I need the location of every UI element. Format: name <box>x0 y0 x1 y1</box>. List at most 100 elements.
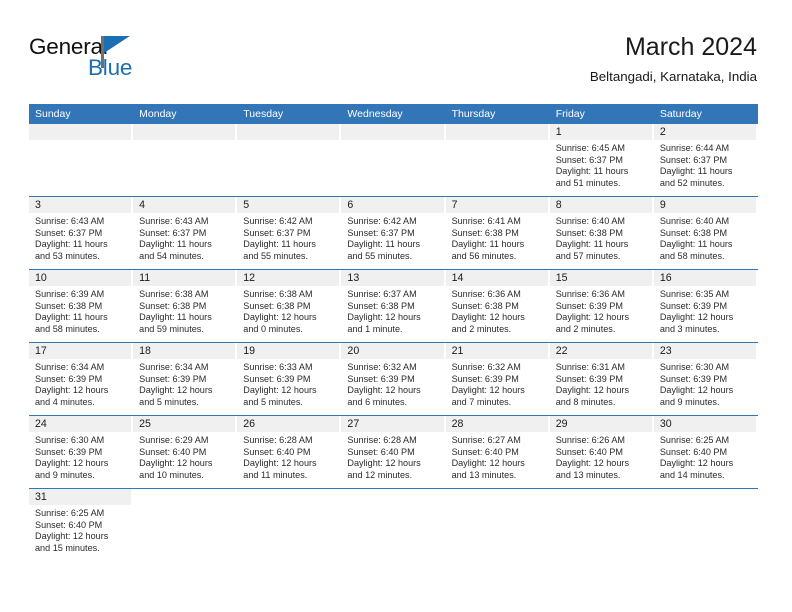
day-number-band <box>133 124 236 140</box>
calendar-day-cell-empty <box>341 124 445 196</box>
sunrise-text: Sunrise: 6:25 AM <box>659 435 730 445</box>
sunrise-text: Sunrise: 6:33 AM <box>243 362 313 372</box>
day-number-band: 6 <box>341 197 444 213</box>
daylight-text-line1: Daylight: 11 hours <box>35 312 108 323</box>
calendar-week-row: 24 Sunrise: 6:30 AM Sunset: 6:39 PM Dayligh… <box>29 415 758 488</box>
day-details: Sunrise: 6:40 AM Sunset: 6:38 PM Daylight:… <box>550 213 654 262</box>
day-details: Sunrise: 6:32 AM Sunset: 6:39 PM Daylight:… <box>446 359 550 408</box>
sunrise-text: Sunrise: 6:25 AM <box>35 508 105 518</box>
calendar-day-cell[interactable]: 12 Sunrise: 6:38 AM Sunset: 6:38 PM Dayligh… <box>237 270 341 342</box>
sunset-text: Sunset: 6:40 PM <box>139 446 207 457</box>
calendar-day-cell[interactable]: 8 Sunrise: 6:40 AM Sunset: 6:38 PM Daylight… <box>549 197 654 269</box>
calendar-day-cell[interactable]: 22 Sunrise: 6:31 AM Sunset: 6:39 PM Dayligh… <box>549 343 654 415</box>
calendar-day-cell[interactable]: 3 Sunrise: 6:43 AM Sunset: 6:37 PM Daylight… <box>29 197 133 269</box>
calendar-day-cell[interactable]: 29 Sunrise: 6:26 AM Sunset: 6:40 PM Dayligh… <box>549 416 654 488</box>
sunset-text: Sunset: 6:38 PM <box>35 300 103 311</box>
sunrise-text: Sunrise: 6:42 AM <box>243 216 313 226</box>
sunset-text: Sunset: 6:39 PM <box>659 300 728 311</box>
sunrise-text: Sunrise: 6:37 AM <box>347 289 417 299</box>
calendar-day-cell[interactable]: 31 Sunrise: 6:25 AM Sunset: 6:40 PM Dayligh… <box>29 489 133 561</box>
daylight-text-line2: and 51 minutes. <box>555 177 621 188</box>
day-number: 26 <box>243 418 256 430</box>
page-title: March 2024 <box>624 33 757 61</box>
sunrise-text: Sunrise: 6:31 AM <box>555 362 625 372</box>
day-number-band <box>133 489 235 505</box>
sunset-text: Sunset: 6:39 PM <box>451 373 519 384</box>
calendar-day-cell[interactable]: 2 Sunrise: 6:44 AM Sunset: 6:37 PM Daylight… <box>653 124 758 196</box>
sunrise-text: Sunrise: 6:38 AM <box>243 289 313 299</box>
day-number-band: 24 <box>29 416 132 432</box>
calendar-day-cell[interactable]: 25 Sunrise: 6:29 AM Sunset: 6:40 PM Dayligh… <box>133 416 237 488</box>
sunset-text: Sunset: 6:37 PM <box>243 227 311 238</box>
calendar-day-cell[interactable]: 17 Sunrise: 6:34 AM Sunset: 6:39 PM Dayligh… <box>29 343 133 415</box>
day-number-band: 29 <box>549 416 652 432</box>
daylight-text-line1: Daylight: 12 hours <box>243 458 317 469</box>
day-number-band: 15 <box>549 270 652 286</box>
sunset-text: Sunset: 6:40 PM <box>659 446 728 457</box>
daylight-text-line1: Daylight: 11 hours <box>555 166 629 177</box>
calendar-day-cell[interactable]: 28 Sunrise: 6:27 AM Sunset: 6:40 PM Dayligh… <box>445 416 550 488</box>
sunrise-text: Sunrise: 6:43 AM <box>35 216 105 226</box>
sunset-text: Sunset: 6:38 PM <box>243 300 311 311</box>
calendar-day-cell[interactable]: 30 Sunrise: 6:25 AM Sunset: 6:40 PM Dayligh… <box>653 416 758 488</box>
calendar-day-cell[interactable]: 20 Sunrise: 6:32 AM Sunset: 6:39 PM Dayligh… <box>341 343 445 415</box>
day-details: Sunrise: 6:33 AM Sunset: 6:39 PM Daylight:… <box>237 359 341 408</box>
calendar-day-cell[interactable]: 13 Sunrise: 6:37 AM Sunset: 6:38 PM Dayligh… <box>341 270 445 342</box>
calendar-day-cell[interactable]: 9 Sunrise: 6:40 AM Sunset: 6:38 PM Daylight… <box>653 197 758 269</box>
day-details <box>446 505 550 508</box>
daylight-text-line2: and 9 minutes. <box>659 396 720 407</box>
sunset-text: Sunset: 6:39 PM <box>659 373 728 384</box>
sunset-text: Sunset: 6:38 PM <box>451 227 519 238</box>
sunset-text: Sunset: 6:37 PM <box>35 227 103 238</box>
sunrise-text: Sunrise: 6:43 AM <box>139 216 209 226</box>
daylight-text-line1: Daylight: 12 hours <box>555 458 629 469</box>
day-number-band <box>341 124 444 140</box>
calendar-day-cell[interactable]: 21 Sunrise: 6:32 AM Sunset: 6:39 PM Dayligh… <box>445 343 550 415</box>
calendar-day-cell[interactable]: 27 Sunrise: 6:28 AM Sunset: 6:40 PM Dayligh… <box>341 416 445 488</box>
sunrise-text: Sunrise: 6:39 AM <box>35 289 105 299</box>
day-number: 3 <box>35 199 41 211</box>
day-number: 16 <box>659 272 672 284</box>
calendar-day-cell[interactable]: 5 Sunrise: 6:42 AM Sunset: 6:37 PM Daylight… <box>237 197 341 269</box>
calendar-day-cell[interactable]: 4 Sunrise: 6:43 AM Sunset: 6:37 PM Daylight… <box>133 197 237 269</box>
sunrise-text: Sunrise: 6:26 AM <box>555 435 625 445</box>
day-number: 25 <box>139 418 151 430</box>
daylight-text-line2: and 0 minutes. <box>243 323 303 334</box>
calendar-day-cell[interactable]: 26 Sunrise: 6:28 AM Sunset: 6:40 PM Dayligh… <box>237 416 341 488</box>
daylight-text-line1: Daylight: 11 hours <box>243 239 316 250</box>
calendar-day-cell[interactable]: 1 Sunrise: 6:45 AM Sunset: 6:37 PM Daylight… <box>549 124 654 196</box>
sunrise-text: Sunrise: 6:36 AM <box>555 289 625 299</box>
calendar-day-cell[interactable]: 19 Sunrise: 6:33 AM Sunset: 6:39 PM Dayligh… <box>237 343 341 415</box>
day-details: Sunrise: 6:36 AM Sunset: 6:38 PM Daylight:… <box>446 286 550 335</box>
day-details <box>29 140 133 143</box>
day-number-band: 1 <box>549 124 652 140</box>
calendar-day-cell[interactable]: 24 Sunrise: 6:30 AM Sunset: 6:39 PM Dayligh… <box>29 416 133 488</box>
calendar-day-cell[interactable]: 10 Sunrise: 6:39 AM Sunset: 6:38 PM Dayligh… <box>29 270 133 342</box>
day-details: Sunrise: 6:31 AM Sunset: 6:39 PM Daylight:… <box>550 359 654 408</box>
daylight-text-line2: and 58 minutes. <box>35 323 100 334</box>
daylight-text-line2: and 11 minutes. <box>243 469 308 480</box>
day-number-band <box>550 489 652 505</box>
calendar-day-cell[interactable]: 15 Sunrise: 6:36 AM Sunset: 6:39 PM Dayligh… <box>549 270 654 342</box>
daylight-text-line2: and 15 minutes. <box>35 542 100 553</box>
day-number: 8 <box>555 199 562 211</box>
logo-text-blue: Blue <box>88 55 133 80</box>
calendar-day-cell[interactable]: 6 Sunrise: 6:42 AM Sunset: 6:37 PM Daylight… <box>341 197 445 269</box>
sunrise-text: Sunrise: 6:41 AM <box>451 216 521 226</box>
day-number: 5 <box>243 199 250 211</box>
calendar-day-cell[interactable]: 16 Sunrise: 6:35 AM Sunset: 6:39 PM Dayligh… <box>653 270 758 342</box>
calendar-day-cell[interactable]: 14 Sunrise: 6:36 AM Sunset: 6:38 PM Dayligh… <box>445 270 550 342</box>
sunrise-text: Sunrise: 6:30 AM <box>35 435 105 445</box>
calendar-day-cell[interactable]: 7 Sunrise: 6:41 AM Sunset: 6:38 PM Daylight… <box>445 197 550 269</box>
day-number-band: 18 <box>133 343 236 359</box>
daylight-text-line2: and 2 minutes. <box>451 323 512 334</box>
page-header: General Blue March 2024 Beltangadi, Karn… <box>29 30 757 96</box>
day-details: Sunrise: 6:39 AM Sunset: 6:38 PM Daylight:… <box>29 286 133 335</box>
day-details: Sunrise: 6:38 AM Sunset: 6:38 PM Daylight:… <box>237 286 341 335</box>
calendar-day-cell[interactable]: 11 Sunrise: 6:38 AM Sunset: 6:38 PM Dayligh… <box>133 270 237 342</box>
calendar-week-row: 10 Sunrise: 6:39 AM Sunset: 6:38 PM Dayligh… <box>29 269 758 342</box>
calendar-day-cell[interactable]: 23 Sunrise: 6:30 AM Sunset: 6:39 PM Dayligh… <box>653 343 758 415</box>
day-number-band: 23 <box>653 343 756 359</box>
calendar-day-cell[interactable]: 18 Sunrise: 6:34 AM Sunset: 6:39 PM Dayligh… <box>133 343 237 415</box>
sunset-text: Sunset: 6:38 PM <box>347 300 415 311</box>
